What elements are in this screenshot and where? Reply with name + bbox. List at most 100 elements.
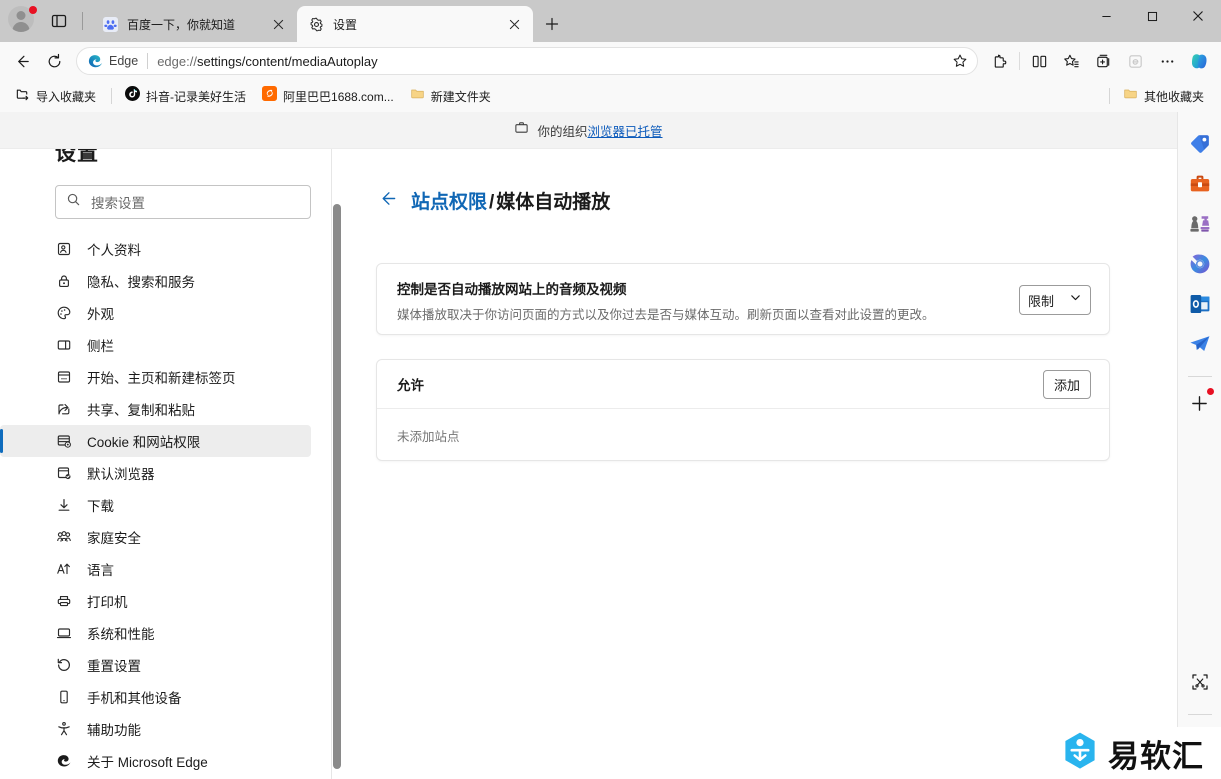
autoplay-select-value: 限制 xyxy=(1028,293,1055,309)
bookmark-other-favorites[interactable]: 其他收藏夹 xyxy=(1116,84,1211,108)
sidebar-item-label: 个人资料 xyxy=(87,243,141,258)
bookmarks-right-group: 其他收藏夹 xyxy=(1103,84,1213,108)
close-icon[interactable] xyxy=(503,13,525,35)
split-screen-icon[interactable] xyxy=(1023,45,1055,77)
toolbar-divider xyxy=(1019,52,1020,70)
close-button[interactable] xyxy=(1175,0,1221,32)
breadcrumb-parent[interactable]: 站点权限 xyxy=(411,192,487,213)
back-arrow-icon[interactable] xyxy=(378,189,397,213)
autoplay-select[interactable]: 限制 xyxy=(1019,285,1091,315)
chevron-down-icon xyxy=(1069,291,1082,309)
edge-label: Edge xyxy=(109,54,139,68)
sidebar-item-family-safety[interactable]: 家庭安全 xyxy=(0,521,311,553)
toolbox-icon[interactable] xyxy=(1184,168,1216,200)
avatar[interactable] xyxy=(8,6,38,36)
accessibility-icon xyxy=(55,720,73,738)
back-arrow-icon[interactable] xyxy=(6,45,38,77)
sidebar-item-about-edge[interactable]: 关于 Microsoft Edge xyxy=(0,745,311,777)
search-input[interactable]: 搜索设置 xyxy=(55,185,311,219)
sidebar-item-cookies-site-permissions[interactable]: Cookie 和网站权限 xyxy=(0,425,311,457)
sidebar-item-label: 系统和性能 xyxy=(87,627,155,642)
tab-actions-icon[interactable] xyxy=(44,6,74,36)
sidebar-item-label: 共享、复制和粘贴 xyxy=(87,403,195,418)
sidebar-item-privacy[interactable]: 隐私、搜索和服务 xyxy=(0,265,311,297)
sidebar-item-phone-other-devices[interactable]: 手机和其他设备 xyxy=(0,681,311,713)
shopping-tag-icon[interactable] xyxy=(1184,128,1216,160)
browser-tab[interactable]: 设置 xyxy=(297,6,533,42)
sidebar-item-downloads[interactable]: 下载 xyxy=(0,489,311,521)
title-bar: 百度一下，你就知道 设置 xyxy=(0,0,1221,42)
plus-icon[interactable] xyxy=(1184,387,1216,419)
sidebar-item-languages[interactable]: 语言 xyxy=(0,553,311,585)
organization-managed-banner: 你的组织浏览器已托管 xyxy=(0,112,1177,149)
sidebar-item-label: 打印机 xyxy=(87,595,128,610)
refresh-icon[interactable] xyxy=(38,45,70,77)
allow-list-empty-row: 未添加站点 xyxy=(377,409,1109,461)
search-icon xyxy=(66,192,81,212)
bookmark-new-folder[interactable]: 新建文件夹 xyxy=(403,84,498,108)
sidebar-item-start-home-newtab[interactable]: 开始、主页和新建标签页 xyxy=(0,361,311,393)
sidebar-icon xyxy=(55,336,73,354)
alibaba-icon xyxy=(262,86,278,106)
breadcrumb-text: 站点权限 / 媒体自动播放 xyxy=(411,187,610,214)
minimize-button[interactable] xyxy=(1083,0,1129,32)
allow-list-title: 允许 xyxy=(397,378,424,393)
sidebar-item-label: 下载 xyxy=(87,499,114,514)
briefcase-icon xyxy=(514,120,529,140)
sidebar-item-printers[interactable]: 打印机 xyxy=(0,585,311,617)
sidebar-item-label: 外观 xyxy=(87,307,114,322)
download-icon xyxy=(55,496,73,514)
screenshot-scissors-icon[interactable] xyxy=(1184,666,1216,698)
microsoft365-icon[interactable] xyxy=(1184,248,1216,280)
customize-notification-badge xyxy=(1206,388,1214,395)
browser-tab[interactable]: 百度一下，你就知道 xyxy=(91,6,297,42)
bookmark-alibaba[interactable]: 阿里巴巴1688.com... xyxy=(255,84,401,108)
bookmark-douyin[interactable]: 抖音-记录美好生活 xyxy=(118,84,253,108)
sidebar-item-label: 重置设置 xyxy=(87,659,141,674)
autoplay-control-title: 控制是否自动播放网站上的音频及视频 xyxy=(397,281,627,297)
close-icon[interactable] xyxy=(267,13,289,35)
maximize-button[interactable] xyxy=(1129,0,1175,32)
copilot-icon[interactable] xyxy=(1183,45,1215,77)
address-divider xyxy=(147,53,149,69)
favorites-icon[interactable] xyxy=(1055,45,1087,77)
sidebar-scrollbar[interactable] xyxy=(331,149,342,779)
star-icon[interactable] xyxy=(947,48,973,74)
edge-sidebar-divider xyxy=(1187,376,1212,377)
extensions-icon[interactable] xyxy=(984,45,1016,77)
collections-icon[interactable] xyxy=(1087,45,1119,77)
sidebar-item-accessibility[interactable]: 辅助功能 xyxy=(0,713,311,745)
sidebar-item-profile[interactable]: 个人资料 xyxy=(0,233,311,265)
org-banner-text: 你的组织浏览器已托管 xyxy=(537,124,663,139)
bookmarks-bar: 导入收藏夹 抖音-记录美好生活 阿里巴巴1688.com... 新建文件夹 其他… xyxy=(0,80,1221,112)
sidebar-item-system-performance[interactable]: 系统和性能 xyxy=(0,617,311,649)
games-icon[interactable] xyxy=(1184,208,1216,240)
sidebar-item-reset-settings[interactable]: 重置设置 xyxy=(0,649,311,681)
browser-toolbar: Edge edge://settings/content/mediaAutopl… xyxy=(0,42,1221,80)
telegram-icon[interactable] xyxy=(1184,328,1216,360)
address-bar[interactable]: Edge edge://settings/content/mediaAutopl… xyxy=(76,47,978,75)
watermark: 易软汇 xyxy=(1046,727,1221,779)
tab-strip: 百度一下，你就知道 设置 xyxy=(91,0,567,42)
palette-icon xyxy=(55,304,73,322)
settings-sidebar: 设置 搜索设置 个人资料 隐私、搜索和服务 外观 侧栏 开始、主页和新建标签页 … xyxy=(0,149,343,779)
sidebar-item-label: 侧栏 xyxy=(87,339,114,354)
sidebar-scrollbar-thumb[interactable] xyxy=(333,204,341,769)
avatar-notification-badge xyxy=(29,6,37,14)
bookmark-label: 其他收藏夹 xyxy=(1143,89,1204,104)
sidebar-item-label: 关于 Microsoft Edge xyxy=(87,755,208,770)
bookmark-import-favorites[interactable]: 导入收藏夹 xyxy=(8,84,103,108)
sidebar-item-default-browser[interactable]: 默认浏览器 xyxy=(0,457,311,489)
outlook-icon[interactable] xyxy=(1184,288,1216,320)
org-banner-link[interactable]: 浏览器已托管 xyxy=(588,125,663,139)
more-options-icon[interactable] xyxy=(1151,45,1183,77)
add-site-label: 添加 xyxy=(1053,377,1080,393)
add-site-button[interactable]: 添加 xyxy=(1043,369,1091,399)
sidebar-item-label: 辅助功能 xyxy=(87,723,141,738)
bookmark-label: 抖音-记录美好生活 xyxy=(146,89,247,104)
sidebar-item-sidebar[interactable]: 侧栏 xyxy=(0,329,311,361)
new-tab-button[interactable] xyxy=(537,9,567,39)
sidebar-item-appearance[interactable]: 外观 xyxy=(0,297,311,329)
sidebar-item-share-copy-paste[interactable]: 共享、复制和粘贴 xyxy=(0,393,311,425)
autoplay-control-texts: 控制是否自动播放网站上的音频及视频 媒体播放取决于你访问页面的方式以及你过去是否… xyxy=(397,278,1019,323)
